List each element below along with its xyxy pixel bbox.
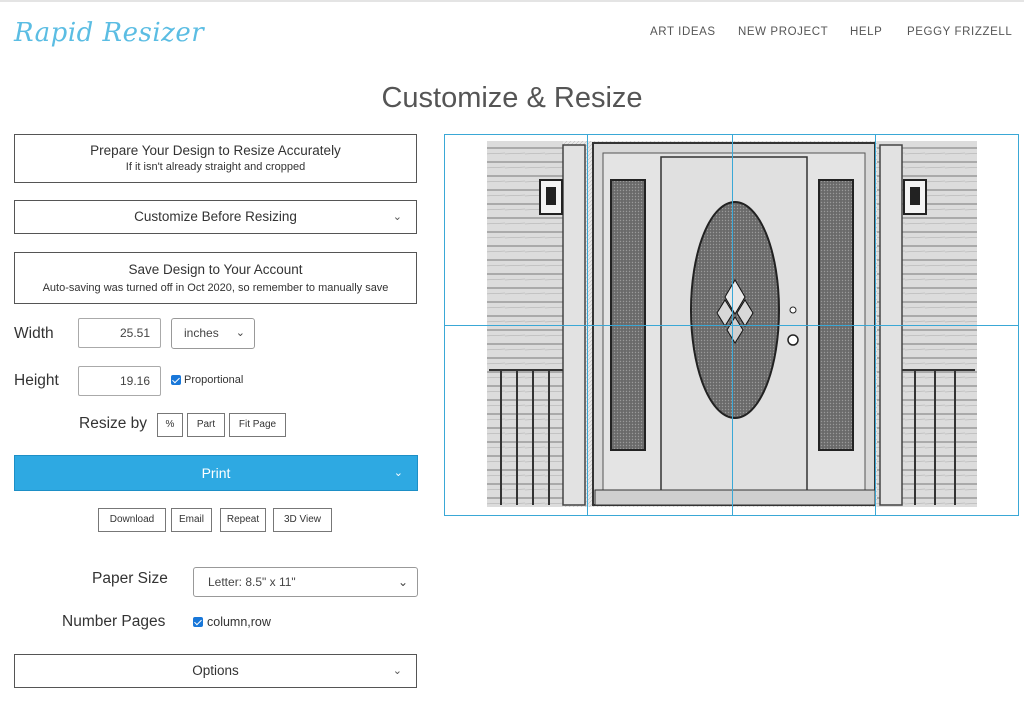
width-label: Width [14, 325, 54, 342]
resize-by-fit-page-button[interactable]: Fit Page [229, 413, 286, 437]
3d-view-button[interactable]: 3D View [273, 508, 332, 532]
prepare-design-button[interactable]: Prepare Your Design to Resize Accurately… [14, 134, 417, 183]
resize-preview[interactable] [444, 134, 1019, 516]
chevron-down-icon: ⌄ [392, 665, 402, 677]
top-border [0, 0, 1024, 2]
chevron-down-icon: ⌄ [235, 327, 245, 339]
nav-art-ideas[interactable]: ART IDEAS [650, 26, 716, 38]
chevron-down-icon: ⌄ [397, 575, 408, 589]
download-button[interactable]: Download [98, 508, 166, 532]
options-label: Options [192, 663, 239, 678]
proportional-checkbox[interactable] [171, 375, 181, 385]
options-dropdown[interactable]: Options ⌄ [14, 654, 417, 688]
nav-help[interactable]: HELP [850, 26, 882, 38]
page-title: Customize & Resize [381, 82, 643, 114]
proportional-label: Proportional [184, 374, 244, 386]
nav-new-project[interactable]: NEW PROJECT [738, 26, 828, 38]
number-pages-checkbox[interactable] [193, 617, 203, 627]
paper-size-value: Letter: 8.5" x 11" [208, 575, 296, 589]
number-pages-label: Number Pages [62, 613, 166, 630]
save-title: Save Design to Your Account [128, 262, 303, 277]
prepare-subtitle: If it isn't already straight and cropped [125, 161, 306, 173]
height-input[interactable]: 19.16 [78, 366, 161, 396]
nav-user-account[interactable]: PEGGY FRIZZELL [907, 26, 1012, 38]
chevron-down-icon: ⌄ [393, 467, 403, 479]
number-pages-checkbox-label: column,row [207, 615, 271, 629]
rapid-resizer-logo[interactable]: Rapid Resizer [14, 18, 204, 48]
chevron-down-icon: ⌄ [392, 211, 402, 223]
width-input[interactable]: 25.51 [78, 318, 161, 348]
resize-by-label: Resize by [79, 415, 148, 432]
repeat-button[interactable]: Repeat [220, 508, 266, 532]
height-label: Height [14, 372, 59, 389]
customize-before-resizing-dropdown[interactable]: Customize Before Resizing ⌄ [14, 200, 417, 234]
customize-label: Customize Before Resizing [134, 209, 297, 224]
resize-by-percent-button[interactable]: % [157, 413, 183, 437]
save-subtitle: Auto-saving was turned off in Oct 2020, … [42, 282, 389, 294]
resize-by-part-button[interactable]: Part [187, 413, 225, 437]
paper-size-label: Paper Size [92, 570, 168, 587]
print-button[interactable]: Print ⌄ [14, 455, 418, 491]
paper-size-select[interactable]: Letter: 8.5" x 11" ⌄ [193, 567, 418, 597]
print-label: Print [201, 465, 231, 481]
save-design-button[interactable]: Save Design to Your Account Auto-saving … [14, 252, 417, 304]
unit-select[interactable]: inches ⌄ [171, 318, 255, 349]
page-grid-line [445, 325, 1018, 326]
email-button[interactable]: Email [171, 508, 212, 532]
prepare-title: Prepare Your Design to Resize Accurately [90, 143, 341, 158]
unit-value: inches [184, 326, 219, 340]
